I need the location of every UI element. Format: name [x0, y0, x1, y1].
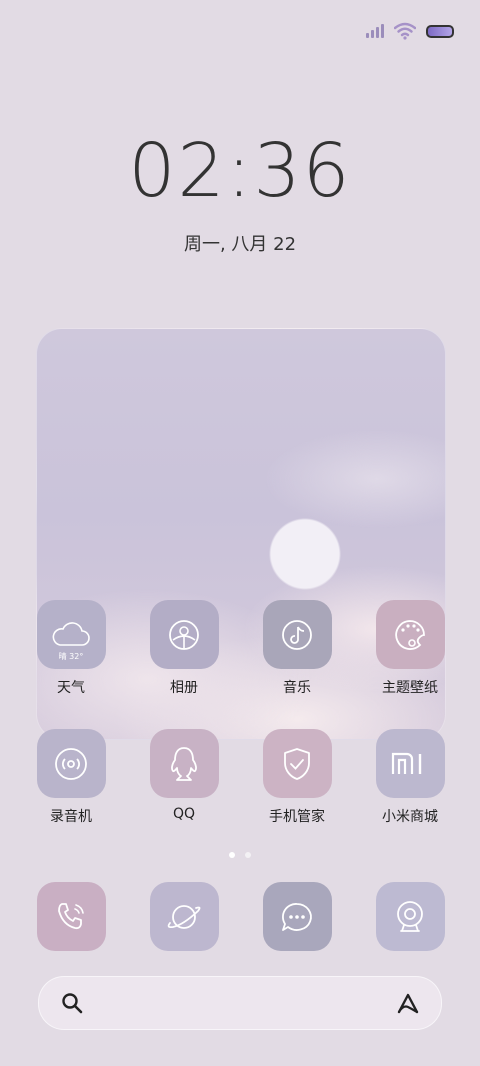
app-tile[interactable] — [375, 600, 445, 669]
app-music[interactable]: 音乐 — [255, 600, 339, 697]
app-label: QQ — [172, 806, 196, 822]
app-tile[interactable] — [36, 729, 106, 798]
app-tile[interactable]: 晴 32° — [36, 600, 106, 669]
app-tile[interactable] — [262, 729, 332, 798]
gallery-icon — [169, 619, 199, 650]
app-tile[interactable] — [375, 729, 445, 798]
recorder-icon — [55, 747, 87, 780]
palette-icon — [395, 619, 425, 650]
clock-time: 02:36 — [128, 128, 352, 214]
dock-messages[interactable] — [255, 882, 339, 951]
planet-icon — [167, 904, 201, 929]
cloud-icon — [52, 621, 90, 646]
app-themes[interactable]: 主题壁纸 — [368, 600, 452, 697]
search-bar[interactable] — [38, 976, 442, 1030]
assistant-icon[interactable] — [395, 991, 421, 1015]
search-icon[interactable] — [61, 992, 83, 1014]
app-recorder[interactable]: 录音机 — [29, 729, 113, 826]
music-note-icon — [282, 619, 312, 650]
dock-tile[interactable] — [375, 882, 445, 951]
chat-bubble-icon — [282, 902, 312, 931]
app-label: 小米商城 — [382, 809, 438, 825]
app-gallery[interactable]: 相册 — [142, 600, 226, 697]
page-dot[interactable] — [245, 852, 251, 858]
dock-browser[interactable] — [142, 882, 226, 951]
app-tile[interactable] — [149, 600, 219, 669]
qq-penguin-icon — [171, 746, 197, 781]
app-weather[interactable]: 晴 32° 天气 — [29, 600, 113, 697]
app-label: 录音机 — [50, 809, 92, 825]
app-tile[interactable] — [262, 600, 332, 669]
signal-icon — [366, 24, 384, 38]
battery-icon — [426, 24, 454, 38]
wifi-icon — [394, 22, 416, 40]
dock-phone[interactable] — [29, 882, 113, 951]
page-indicator — [0, 852, 480, 858]
app-tile[interactable] — [149, 729, 219, 798]
clock-date: 周一, 八月 22 — [183, 234, 297, 255]
app-label: 相册 — [170, 680, 198, 696]
camera-icon — [397, 900, 423, 932]
weather-temp: 晴 32° — [58, 652, 84, 661]
status-bar — [366, 20, 454, 42]
app-qq[interactable]: QQ — [142, 729, 226, 822]
dock-tile[interactable] — [36, 882, 106, 951]
shield-check-icon — [284, 747, 310, 780]
mi-logo-icon — [391, 752, 422, 774]
dock-tile[interactable] — [262, 882, 332, 951]
dock-tile[interactable] — [149, 882, 219, 951]
app-label: 主题壁纸 — [382, 680, 438, 696]
page-dot-active[interactable] — [229, 852, 235, 858]
app-label: 天气 — [57, 680, 85, 696]
app-label: 手机管家 — [269, 809, 325, 825]
dock-camera[interactable] — [368, 882, 452, 951]
app-label: 音乐 — [283, 680, 311, 696]
app-mi-store[interactable]: 小米商城 — [368, 729, 452, 826]
phone-icon — [58, 902, 84, 929]
app-security[interactable]: 手机管家 — [255, 729, 339, 826]
